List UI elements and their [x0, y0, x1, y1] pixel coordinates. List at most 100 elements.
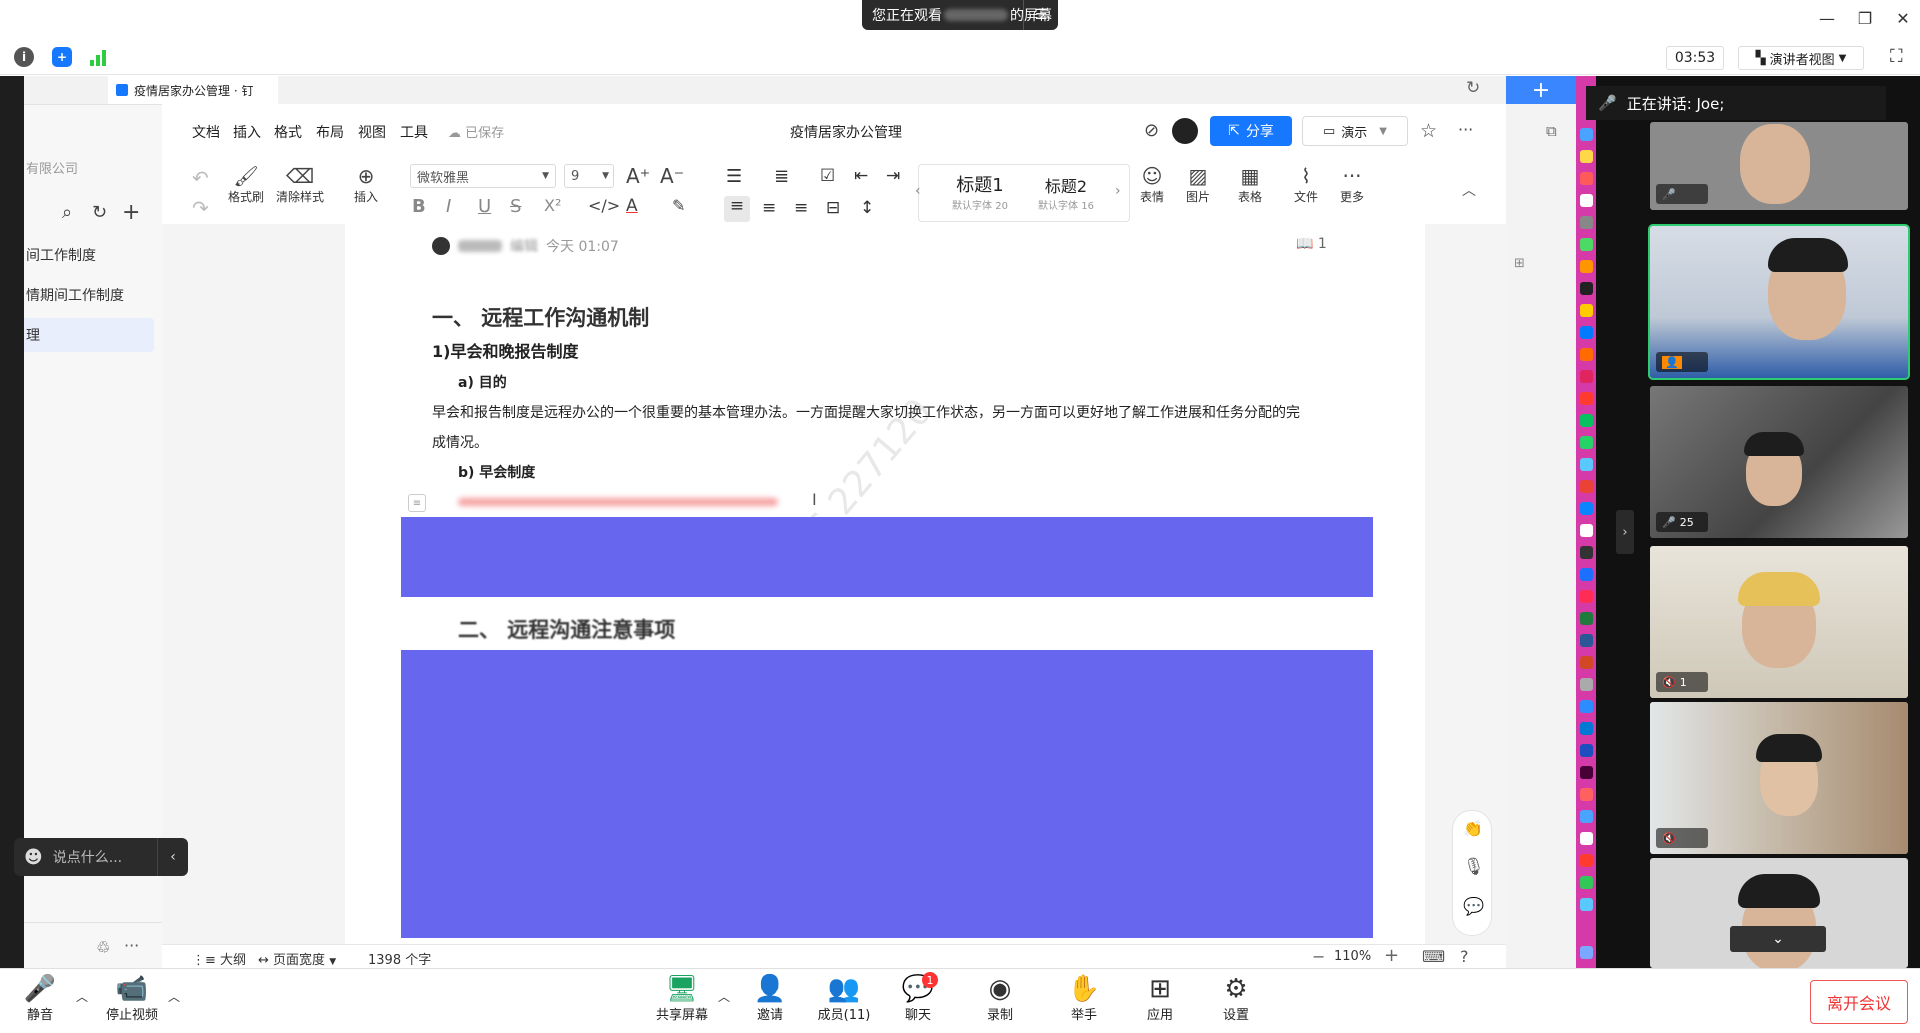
comment-icon[interactable]: 💬 [1463, 897, 1484, 917]
reload-icon[interactable]: ↻ [1466, 78, 1480, 98]
scroll-down-button[interactable]: ⌄ [1730, 926, 1826, 952]
emoji-icon[interactable]: ☻ [24, 847, 43, 868]
sidebar-item-3-active[interactable]: 理 [24, 318, 154, 352]
share-button[interactable]: ⇱ 分享 [1210, 116, 1292, 146]
menu-layout[interactable]: 布局 [316, 122, 344, 142]
recycle-icon[interactable]: ♲ [96, 938, 110, 957]
more-options-icon[interactable]: ··· [1458, 120, 1473, 139]
numbered-list-icon[interactable]: ≣ [774, 166, 789, 187]
avatar[interactable] [1172, 118, 1198, 144]
dock-app-icon[interactable] [1580, 194, 1593, 207]
video-tile-4[interactable]: 🔇 1 [1650, 546, 1908, 698]
zoom-in-icon[interactable]: + [1384, 945, 1399, 966]
readers-count[interactable]: 📖 1 [1296, 236, 1327, 252]
dock-app-icon[interactable] [1580, 788, 1593, 801]
view-mode-dropdown[interactable]: ▚ 演讲者视图 ▼ [1738, 46, 1864, 70]
font-size-select[interactable]: 9 ▼ [564, 164, 614, 188]
insert-button[interactable]: ⊕ 插入 [354, 164, 378, 205]
help-icon[interactable]: ? [1460, 947, 1469, 966]
dock-app-icon[interactable] [1580, 348, 1593, 361]
dock-app-icon[interactable] [1580, 216, 1593, 229]
align-left-icon[interactable]: ≡ [724, 196, 750, 222]
mute-button[interactable]: 🎤 静音 [8, 974, 72, 1023]
bold-icon[interactable]: B [412, 196, 426, 217]
dock-app-icon[interactable] [1580, 436, 1593, 449]
dock-app-icon[interactable] [1580, 304, 1593, 317]
checklist-icon[interactable]: ☑ [820, 166, 835, 186]
code-icon[interactable]: </> [588, 196, 620, 215]
zoom-out-icon[interactable]: − [1312, 947, 1325, 966]
underline-icon[interactable]: U [478, 196, 491, 217]
strikethrough-icon[interactable]: S [510, 196, 521, 217]
format-painter-button[interactable]: 🖌 格式刷 [228, 164, 264, 205]
dock-app-icon[interactable] [1580, 524, 1593, 537]
video-tile-2-active[interactable]: 👤 [1648, 224, 1910, 380]
more-button[interactable]: ··· 更多 [1340, 164, 1364, 205]
chevron-left-icon[interactable]: ‹ [915, 183, 921, 199]
dock-app-icon[interactable] [1580, 700, 1593, 713]
chat-button[interactable]: 💬 聊天 [886, 974, 950, 1023]
share-menu-icon[interactable]: ☰ [1023, 0, 1058, 30]
clear-style-button[interactable]: ⌫ 清除样式 [276, 164, 324, 205]
font-color-icon[interactable]: A [626, 196, 638, 216]
dock-app-icon[interactable] [1580, 150, 1593, 163]
stop-video-button[interactable]: 📹 停止视频 [100, 974, 164, 1023]
video-tile-3[interactable]: 🎤 25 [1650, 386, 1908, 538]
invite-button[interactable]: 👤 邀请 [738, 974, 802, 1023]
keyboard-icon[interactable]: ⌨ [1422, 947, 1445, 966]
dock-app-icon[interactable] [1580, 854, 1593, 867]
leave-meeting-button[interactable]: 离开会议 [1810, 980, 1908, 1024]
dock-app-icon[interactable] [1580, 414, 1593, 427]
heading1-option[interactable]: 标题1 默认字体 20 [937, 171, 1023, 212]
dock-app-icon[interactable] [1580, 656, 1593, 669]
add-icon[interactable]: + [122, 200, 140, 225]
heading2-option[interactable]: 标题2 默认字体 16 [1023, 173, 1109, 212]
share-options-chevron-icon[interactable]: ︿ [718, 988, 730, 1005]
dock-app-icon[interactable] [1580, 612, 1593, 625]
apps-button[interactable]: ⊞ 应用 [1128, 974, 1192, 1023]
highlight-icon[interactable]: ✎ [672, 196, 685, 215]
tab-doc[interactable]: 疫情居家办公管理 · 钉 [108, 76, 278, 104]
video-options-chevron-icon[interactable]: ︿ [168, 988, 180, 1005]
emoji-button[interactable]: ☺ 表情 [1140, 164, 1164, 205]
link-icon[interactable]: ⊘ [1144, 120, 1159, 141]
audio-options-chevron-icon[interactable]: ︿ [76, 988, 88, 1005]
indent-icon[interactable]: ⇥ [886, 166, 900, 186]
undo-icon[interactable]: ↶ [192, 166, 209, 190]
clap-icon[interactable]: 👏 [1463, 819, 1483, 838]
dock-app-icon[interactable] [1580, 766, 1593, 779]
video-tile-5[interactable]: 🔇 [1650, 702, 1908, 854]
dock-app-icon[interactable] [1580, 480, 1593, 493]
bullet-list-icon[interactable]: ☰ [726, 166, 742, 187]
dock-app-icon[interactable] [1580, 946, 1593, 959]
chevron-right-icon[interactable]: › [1115, 183, 1121, 199]
dock-app-icon[interactable] [1580, 634, 1593, 647]
menu-insert[interactable]: 插入 [233, 122, 261, 142]
fullscreen-icon[interactable]: ⛶ [1890, 46, 1903, 67]
decrease-font-icon[interactable]: A⁻ [660, 164, 684, 188]
sidebar-item-2[interactable]: 情期间工作制度 [24, 278, 154, 312]
superscript-icon[interactable]: X² [544, 196, 561, 215]
dock-app-icon[interactable] [1580, 282, 1593, 295]
dock-app-icon[interactable] [1580, 568, 1593, 581]
italic-icon[interactable]: I [446, 196, 451, 217]
outline-toggle[interactable]: ⋮≡ 大纲 [192, 949, 246, 968]
refresh-icon[interactable]: ↻ [92, 202, 107, 223]
more-icon[interactable]: ··· [124, 936, 139, 955]
record-button[interactable]: ◉ 录制 [968, 974, 1032, 1023]
justify-icon[interactable]: ⊟ [826, 198, 840, 218]
sidebar-item-1[interactable]: 间工作制度 [24, 238, 154, 272]
dock-app-icon[interactable] [1580, 260, 1593, 273]
outdent-icon[interactable]: ⇤ [854, 166, 868, 186]
dock-app-icon[interactable] [1580, 876, 1593, 889]
security-shield-icon[interactable]: + [52, 47, 72, 67]
share-screen-button[interactable]: 🖥 共享屏幕 [650, 974, 714, 1023]
window-icon[interactable]: ⧉ [1546, 122, 1557, 140]
video-tile-1[interactable]: 🎤 [1650, 122, 1908, 210]
dock-app-icon[interactable] [1580, 502, 1593, 515]
menu-view[interactable]: 视图 [358, 122, 386, 142]
raise-hand-button[interactable]: ✋ 举手 [1052, 974, 1116, 1023]
search-icon[interactable]: ⌕ [62, 202, 72, 223]
menu-doc[interactable]: 文档 [192, 122, 220, 142]
chevron-down-icon[interactable]: ▼ [1379, 126, 1387, 137]
